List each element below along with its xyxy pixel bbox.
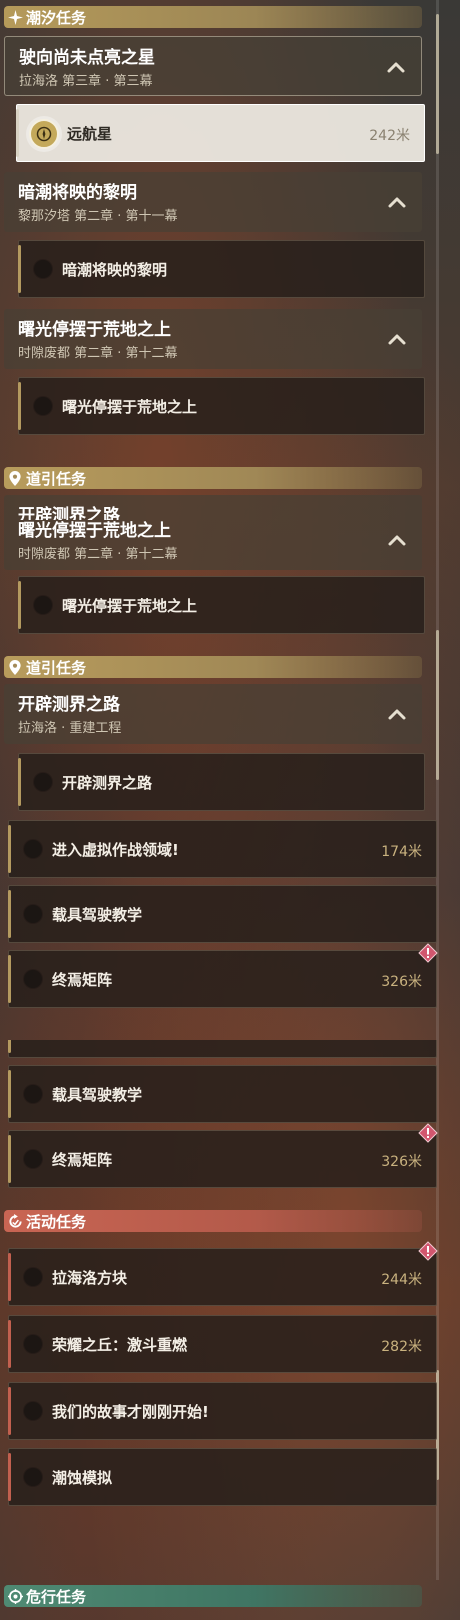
scrollbar-thumb[interactable]	[436, 14, 439, 154]
quest-status-circle	[23, 1267, 43, 1287]
quest-item-shuguang[interactable]: 曙光停摆于荒地之上	[18, 377, 425, 435]
chapter-title: 开辟测界之路	[18, 506, 120, 520]
quest-distance: 244米	[381, 1272, 422, 1288]
quest-item-zhongyan[interactable]: 终焉矩阵 326米	[8, 943, 438, 1008]
quest-status-circle	[33, 772, 53, 792]
scrollbar-thumb[interactable]	[436, 630, 439, 780]
quest-list-panel-1: 潮汐任务 驶向尚未点亮之星 拉海洛 第三章 · 第三幕 远航星 242米 暗潮将…	[0, 0, 445, 520]
quest-status-circle	[23, 839, 43, 859]
quest-status-circle	[23, 969, 43, 989]
chapter-subtitle: 时隙废都 第二章 · 第十二幕	[18, 346, 178, 361]
chapter-header-c2[interactable]: 暗潮将映的黎明 黎那汐塔 第二章 · 第十一幕	[4, 172, 422, 232]
quest-item-rongyao[interactable]: 荣耀之丘：激斗重燃 282米	[8, 1315, 437, 1373]
quest-item-yuanhang[interactable]: 远航星 242米	[16, 104, 425, 162]
section-title: 道引任务	[26, 469, 87, 488]
quest-name: 终焉矩阵	[52, 1151, 113, 1169]
map-pin-icon	[4, 659, 26, 675]
quest-status-circle	[33, 396, 53, 416]
quest-name: 载具驾驶教学	[52, 1086, 143, 1104]
chevron-up-icon[interactable]	[386, 192, 408, 212]
quest-distance: 282米	[381, 1339, 422, 1355]
quest-distance: 326米	[381, 1154, 422, 1170]
warning-diamond-icon	[418, 1241, 438, 1261]
section-title: 道引任务	[26, 658, 87, 677]
quest-name: 曙光停摆于荒地之上	[62, 597, 198, 615]
section-header-guide[interactable]: 道引任务	[4, 467, 422, 489]
chapter-header-c1[interactable]: 驶向尚未点亮之星 拉海洛 第三章 · 第三幕	[4, 36, 422, 96]
quest-name: 拉海洛方块	[52, 1269, 128, 1287]
section-header-guide[interactable]: 道引任务	[4, 656, 422, 678]
quest-item-gushi[interactable]: 我们的故事才刚刚开始!	[8, 1382, 437, 1440]
quest-status-circle	[23, 1467, 43, 1487]
chevron-up-icon[interactable]	[386, 329, 408, 349]
chevron-up-icon[interactable]	[386, 530, 408, 550]
chapter-subtitle: 拉海洛 · 重建工程	[18, 721, 122, 736]
chevron-up-icon[interactable]	[385, 57, 407, 77]
quest-item-anchao[interactable]: 暗潮将映的黎明	[18, 240, 425, 298]
quest-item-kaipi[interactable]: 开辟测界之路	[18, 753, 425, 811]
refresh-icon	[4, 1213, 26, 1229]
warning-diamond-icon	[418, 1123, 438, 1143]
chapter-title: 驶向尚未点亮之星	[19, 48, 155, 68]
section-header-danger[interactable]: 危行任务	[4, 1585, 422, 1607]
quest-item-chaoshi[interactable]: 潮蚀模拟	[8, 1448, 437, 1506]
chapter-title: 开辟测界之路	[18, 695, 120, 715]
quest-status-circle	[33, 259, 53, 279]
quest-name: 终焉矩阵	[52, 971, 113, 989]
section-title: 危行任务	[26, 1587, 87, 1606]
quest-status-circle	[33, 595, 53, 615]
section-title: 活动任务	[26, 1212, 87, 1231]
scrollbar-track[interactable]	[436, 0, 439, 520]
quest-item-shuguang[interactable]: 曙光停摆于荒地之上	[18, 576, 425, 634]
chapter-header-c4[interactable]: 开辟测界之路 拉海洛 · 重建工程	[4, 684, 422, 744]
chapter-subtitle: 拉海洛 第三章 · 第三幕	[19, 74, 153, 89]
chapter-subtitle: 黎那汐塔 第二章 · 第十一幕	[18, 209, 178, 224]
chapter-header-c4-partial[interactable]: 开辟测界之路	[4, 495, 422, 520]
quest-item-xuni[interactable]: 进入虚拟作战领域! 174米	[8, 820, 437, 878]
quest-name: 远航星	[67, 125, 113, 143]
radar-icon	[4, 1588, 26, 1604]
chapter-header-c3[interactable]: 曙光停摆于荒地之上 时隙废都 第二章 · 第十二幕	[4, 309, 422, 369]
quest-distance: 242米	[369, 128, 410, 144]
quest-distance: 174米	[381, 844, 422, 860]
quest-item-fangkuai[interactable]: 拉海洛方块 244米	[8, 1241, 438, 1306]
sparkle-icon	[4, 9, 26, 25]
quest-distance: 326米	[381, 974, 422, 990]
quest-list-panel-3: 进入虚拟作战领域! 174米 载具驾驶教学 终焉矩阵 326米 活动任务 拉海洛…	[0, 1040, 445, 1620]
chapter-title: 曙光停摆于荒地之上	[18, 320, 171, 340]
compass-icon	[29, 119, 59, 149]
quest-name: 进入虚拟作战领域!	[52, 841, 179, 859]
section-header-tide[interactable]: 潮汐任务	[4, 6, 422, 28]
chapter-title: 曙光停摆于荒地之上	[18, 521, 171, 541]
quest-name: 曙光停摆于荒地之上	[62, 398, 198, 416]
quest-name: 暗潮将映的黎明	[62, 261, 168, 279]
section-header-event[interactable]: 活动任务	[4, 1210, 422, 1232]
quest-name: 荣耀之丘：激斗重燃	[52, 1336, 188, 1354]
quest-status-circle	[23, 1401, 43, 1421]
quest-name: 潮蚀模拟	[52, 1469, 113, 1487]
quest-name: 开辟测界之路	[62, 774, 153, 792]
warning-diamond-icon	[418, 943, 438, 963]
quest-status-circle	[23, 1149, 43, 1169]
quest-distance: 174米	[381, 1040, 422, 1041]
quest-name: 载具驾驶教学	[52, 906, 143, 924]
quest-name: 我们的故事才刚刚开始!	[52, 1403, 209, 1421]
quest-status-circle	[23, 1084, 43, 1104]
map-pin-icon	[4, 470, 26, 486]
section-title: 潮汐任务	[26, 8, 87, 27]
quest-list-panel-2: 曙光停摆于荒地之上 时隙废都 第二章 · 第十二幕 曙光停摆于荒地之上 道引任务…	[0, 520, 445, 1040]
chapter-title: 暗潮将映的黎明	[18, 183, 137, 203]
quest-status-circle	[23, 1334, 43, 1354]
quest-status-circle	[23, 904, 43, 924]
chapter-header-c3-partial[interactable]: 曙光停摆于荒地之上 时隙废都 第二章 · 第十二幕	[4, 520, 422, 570]
quest-item-zaiju[interactable]: 载具驾驶教学	[8, 885, 437, 943]
quest-item-xuni-partial[interactable]: 进入虚拟作战领域! 174米	[8, 1040, 437, 1058]
quest-item-zhongyan[interactable]: 终焉矩阵 326米	[8, 1123, 438, 1188]
chapter-subtitle: 时隙废都 第二章 · 第十二幕	[18, 547, 178, 562]
quest-item-zaiju[interactable]: 载具驾驶教学	[8, 1065, 437, 1123]
chevron-up-icon[interactable]	[386, 704, 408, 724]
